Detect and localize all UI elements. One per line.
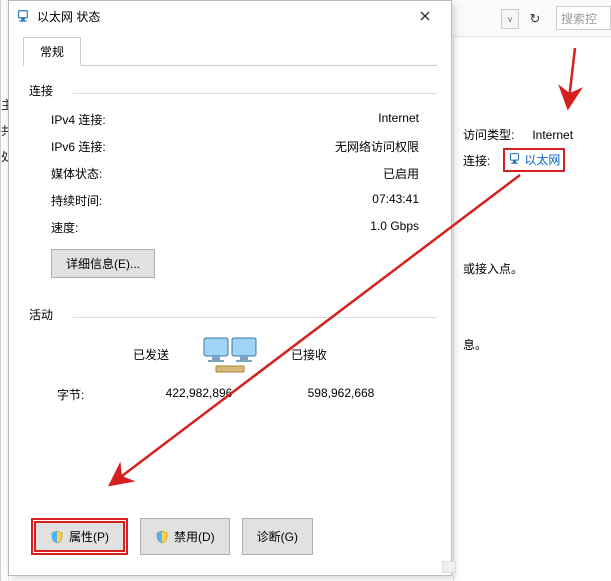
sidebar-frag-3: 处 <box>1 148 8 174</box>
speed-label: 速度: <box>51 219 78 236</box>
access-type-label: 访问类型: <box>463 126 514 143</box>
network-adapter-icon <box>508 152 521 168</box>
bytes-sent-value: 422,982,896 <box>139 386 259 403</box>
tab-general[interactable]: 常规 <box>23 37 81 66</box>
divider <box>73 93 437 94</box>
connection-details: IPv4 连接: Internet IPv6 连接: 无网络访问权限 媒体状态: 已启… <box>23 106 437 241</box>
connection-section-label: 连接 <box>29 82 437 99</box>
media-state-label: 媒体状态: <box>51 165 102 182</box>
tab-bar: 常规 <box>23 37 437 66</box>
ipv4-label: IPv4 连接: <box>51 111 106 128</box>
ethernet-link-text: 以太网 <box>524 151 560 168</box>
bytes-label: 字节: <box>57 386 117 403</box>
connection-label: 连接: <box>463 152 490 169</box>
close-button[interactable] <box>405 3 445 29</box>
duration-label: 持续时间: <box>51 192 102 209</box>
divider <box>73 317 437 318</box>
disable-button-label: 禁用(D) <box>174 528 215 545</box>
sidebar-frag-1: 主 <box>1 96 8 122</box>
properties-button[interactable]: 属性(P) <box>35 522 124 551</box>
duration-value: 07:43:41 <box>372 192 419 209</box>
ethernet-link[interactable]: 以太网 <box>508 151 560 168</box>
shield-icon <box>155 530 169 544</box>
scrollbar-cue <box>442 561 456 573</box>
diagnose-button[interactable]: 诊断(G) <box>242 518 313 555</box>
sent-header: 已发送 <box>59 346 169 363</box>
info-text-1: 或接入点。 <box>463 260 523 277</box>
activity-monitors-icon <box>195 330 265 378</box>
dialog-titlebar: 以太网 状态 <box>9 1 451 31</box>
info-text-2: 息。 <box>463 336 487 353</box>
ipv6-value: 无网络访问权限 <box>335 138 419 155</box>
network-adapter-icon <box>15 8 31 24</box>
details-button[interactable]: 详细信息(E)... <box>51 249 155 278</box>
bytes-received-value: 598,962,668 <box>281 386 401 403</box>
disable-button[interactable]: 禁用(D) <box>140 518 230 555</box>
speed-value: 1.0 Gbps <box>370 219 419 236</box>
search-input[interactable]: 搜索控 <box>556 6 611 30</box>
history-dropdown[interactable]: v <box>501 9 519 29</box>
close-icon <box>420 11 430 21</box>
access-type-value: Internet <box>532 128 573 142</box>
bg-divider-v <box>453 36 454 581</box>
diagnose-button-label: 诊断(G) <box>257 528 298 545</box>
activity-section-label: 活动 <box>29 306 437 323</box>
media-state-value: 已启用 <box>383 165 419 182</box>
network-info-panel: 访问类型: Internet 连接: 以太网 <box>463 126 573 177</box>
sidebar-frag-2: 共 <box>1 122 8 148</box>
received-header: 已接收 <box>291 346 401 363</box>
ipv4-value: Internet <box>378 111 419 128</box>
dialog-title: 以太网 状态 <box>37 8 405 25</box>
ethernet-status-dialog: 以太网 状态 常规 连接 IPv4 连接: Internet IPv6 连接: 无网… <box>8 0 452 576</box>
ipv6-label: IPv6 连接: <box>51 138 106 155</box>
properties-button-label: 属性(P) <box>69 528 109 545</box>
shield-icon <box>50 530 64 544</box>
refresh-button[interactable]: ↻ <box>524 8 546 30</box>
